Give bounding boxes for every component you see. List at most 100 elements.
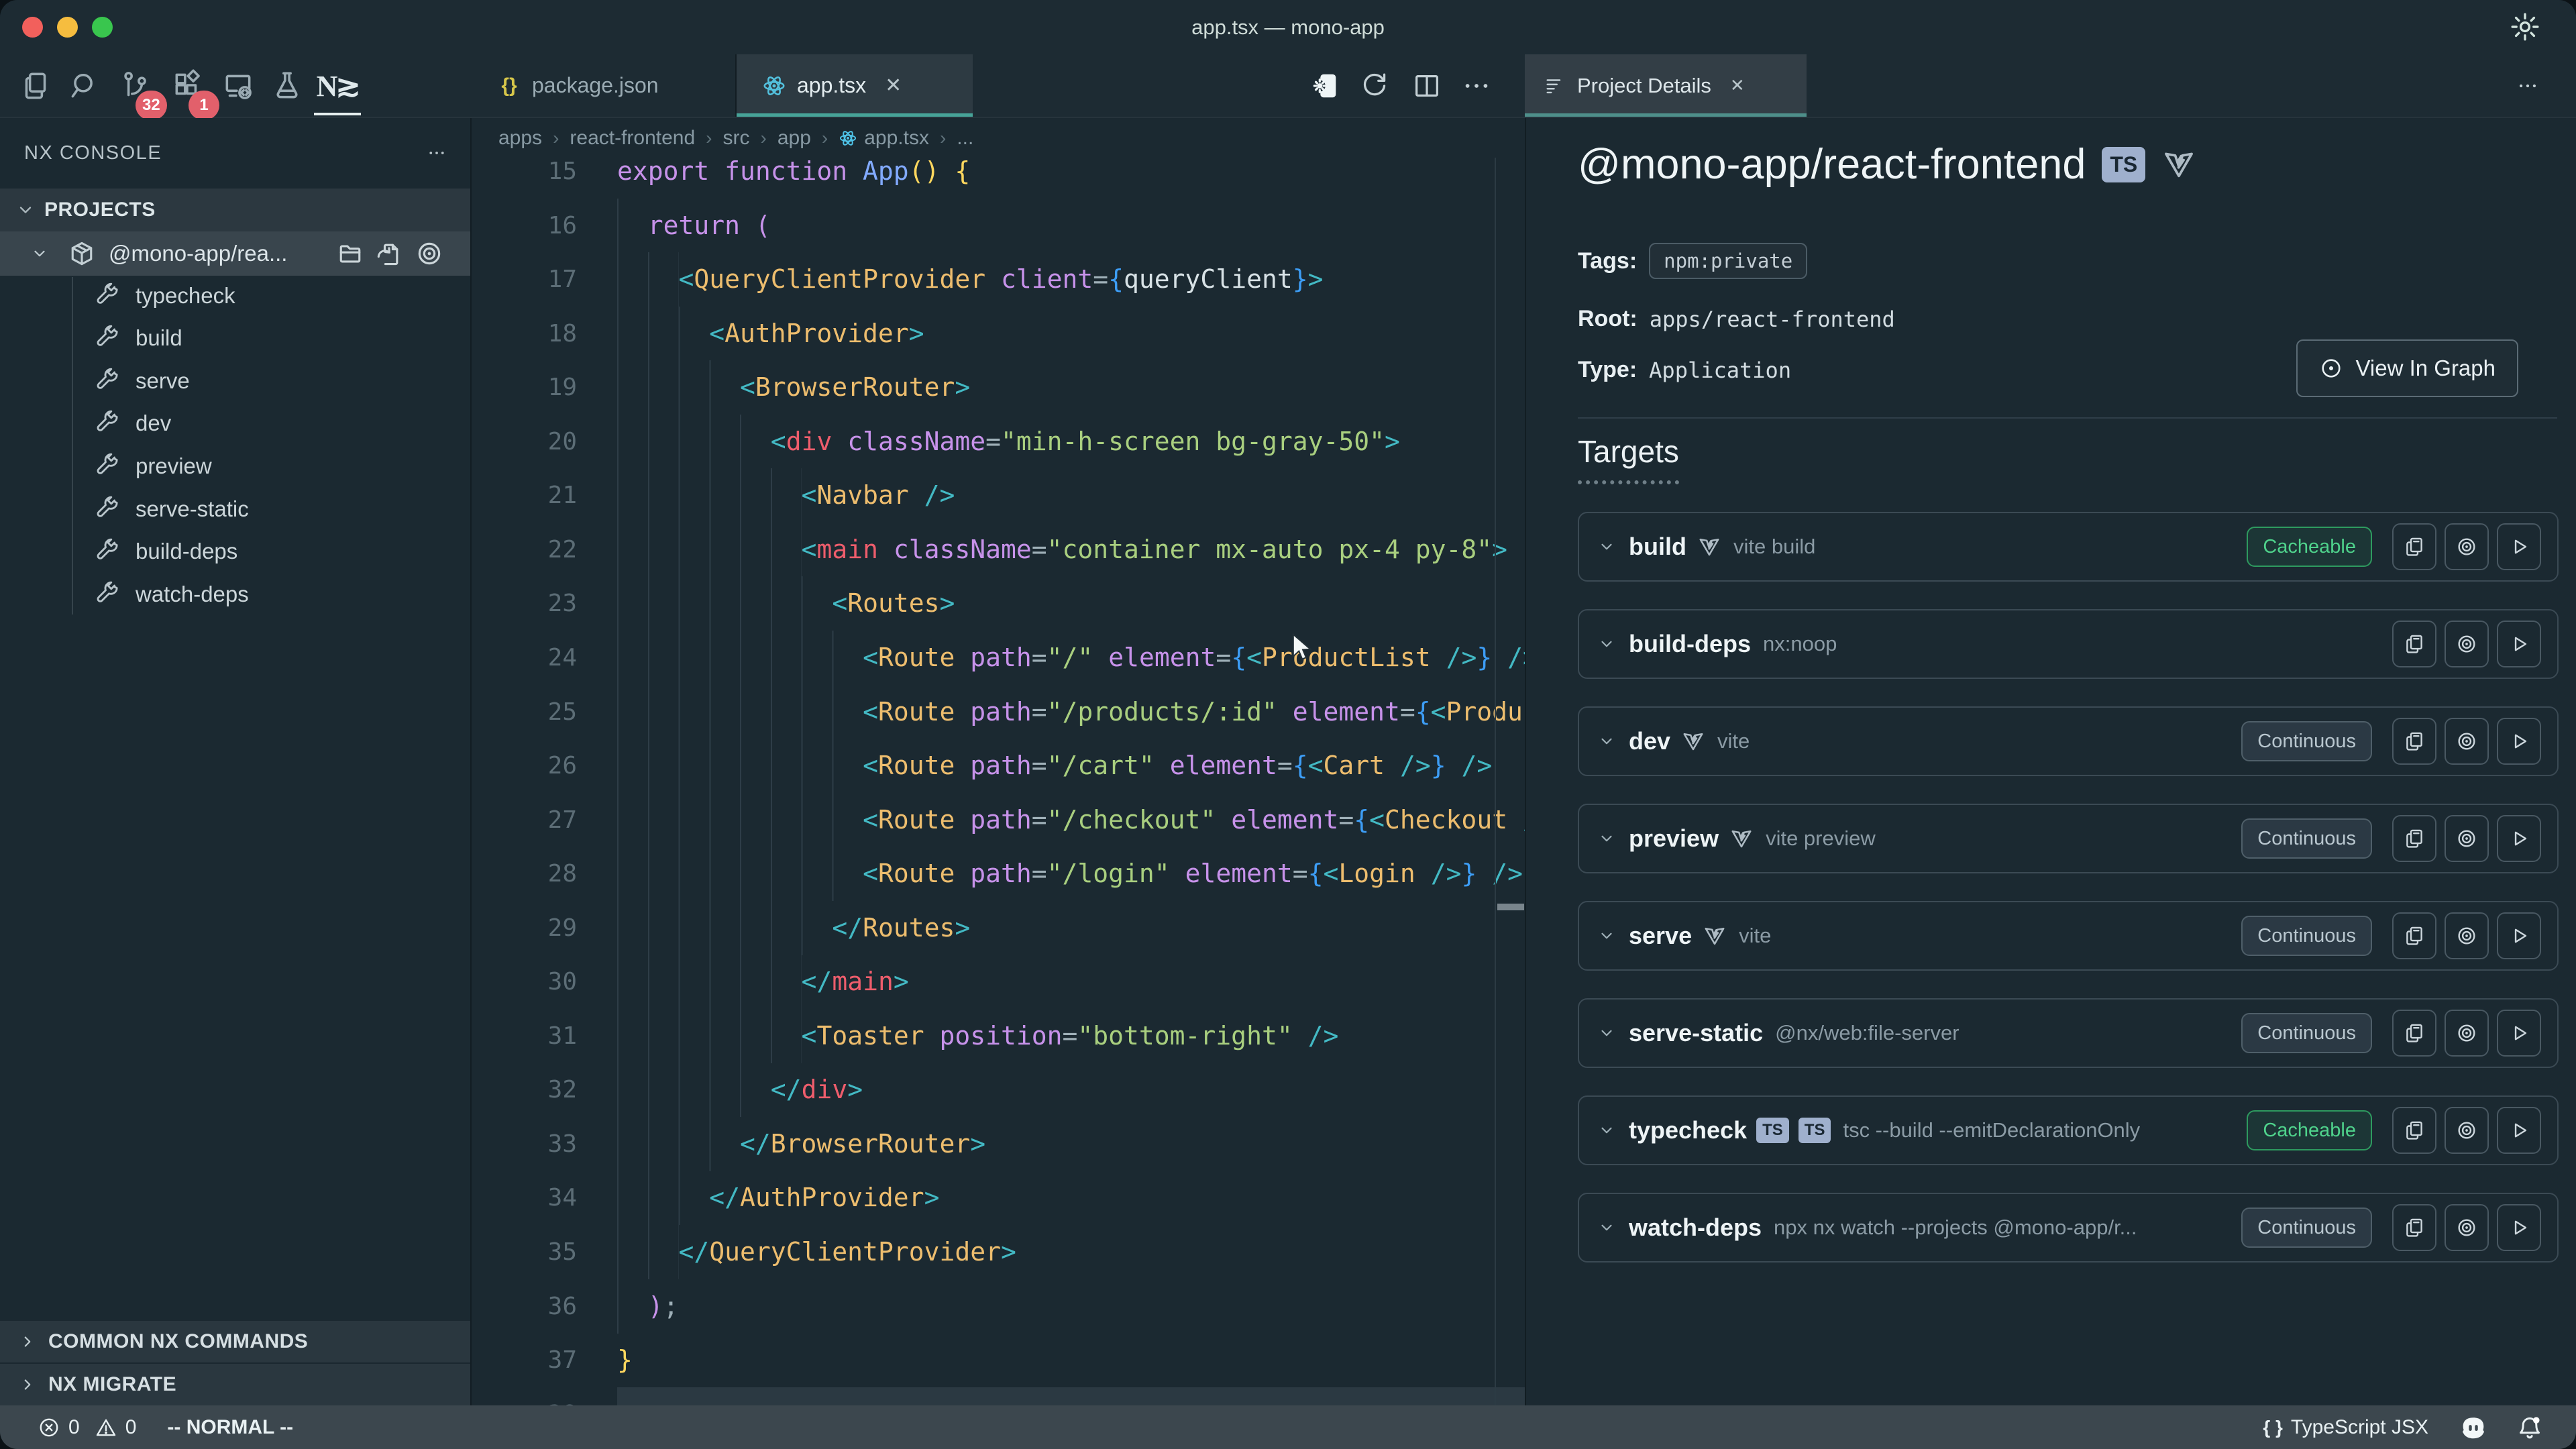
problems-indicator[interactable]: 0 0: [38, 1416, 136, 1439]
activity-item-testing[interactable]: [270, 69, 304, 103]
sidebar-section-projects[interactable]: PROJECTS: [0, 189, 470, 231]
target-button-clipboard-icon[interactable]: [2392, 1204, 2436, 1251]
sidebar-item-project[interactable]: @mono-app/rea...: [0, 231, 470, 276]
target-button-target-icon[interactable]: [2445, 912, 2489, 959]
target-button-target-icon[interactable]: [2445, 1107, 2489, 1154]
tab-app.tsx[interactable]: app.tsx✕: [737, 54, 973, 117]
breadcrumb-item-react-frontend[interactable]: react-frontend: [570, 127, 695, 150]
target-button-clipboard-icon[interactable]: [2392, 1010, 2436, 1057]
code-editor[interactable]: 15export function App() {16return (17<Qu…: [472, 158, 1525, 1405]
code-token: className: [847, 427, 985, 456]
target-button-clipboard-icon[interactable]: [2392, 718, 2436, 765]
target-row-typecheck[interactable]: typecheckTSTStsc --build --emitDeclarati…: [1578, 1095, 2559, 1165]
target-row-serve[interactable]: serveviteContinuous: [1578, 901, 2559, 971]
target-button-play-icon[interactable]: [2497, 718, 2541, 765]
split-editor-icon[interactable]: [1411, 70, 1442, 101]
folder-icon[interactable]: [335, 239, 365, 268]
settings-gear-icon[interactable]: [2509, 11, 2541, 43]
breadcrumb-item-app.tsx[interactable]: app.tsx: [839, 127, 929, 150]
close-window-button[interactable]: [22, 17, 43, 38]
target-button-clipboard-icon[interactable]: [2392, 912, 2436, 959]
copilot-icon[interactable]: [2458, 1412, 2489, 1443]
target-button-play-icon[interactable]: [2497, 523, 2541, 570]
target-row-preview[interactable]: previewvite previewContinuous: [1578, 804, 2559, 873]
breadcrumb-item-apps[interactable]: apps: [498, 127, 542, 150]
target-button-target-icon[interactable]: [2445, 523, 2489, 570]
code-token: >: [847, 1075, 863, 1104]
sidebar-section-nx-migrate[interactable]: NX MIGRATE: [0, 1362, 472, 1405]
tab-package.json[interactable]: {}package.json: [472, 54, 737, 117]
code-token: =: [1032, 535, 1047, 564]
code-line: <Navbar />: [617, 468, 1525, 523]
target-row-dev[interactable]: devviteContinuous: [1578, 706, 2559, 776]
code-token: Route: [878, 805, 955, 835]
more-actions-icon[interactable]: [1461, 70, 1492, 101]
code-line: <div className="min-h-screen bg-gray-50"…: [617, 415, 1525, 469]
task-label: dev: [136, 411, 171, 436]
target-button-play-icon[interactable]: [2497, 815, 2541, 862]
indent-guides: [617, 739, 863, 793]
view-in-graph-button[interactable]: View In Graph: [2296, 339, 2518, 397]
breadcrumb-label: app: [777, 127, 811, 150]
breadcrumb-item-...[interactable]: ...: [957, 127, 973, 150]
target-button-play-icon[interactable]: [2497, 1107, 2541, 1154]
activity-item-source-control[interactable]: 32: [118, 69, 152, 103]
breadcrumb-item-app[interactable]: app: [777, 127, 811, 150]
target-icon[interactable]: [415, 239, 444, 268]
wrench-icon: [94, 538, 121, 565]
minimize-window-button[interactable]: [57, 17, 78, 38]
refresh-icon[interactable]: [1359, 70, 1390, 101]
code-token: Toaster: [816, 1021, 924, 1051]
target-row-build-deps[interactable]: build-depsnx:noop: [1578, 609, 2559, 679]
target-button-play-icon[interactable]: [2497, 621, 2541, 667]
code-token: [955, 697, 970, 727]
target-row-build[interactable]: buildvite buildCacheable: [1578, 512, 2559, 582]
target-button-target-icon[interactable]: [2445, 1010, 2489, 1057]
bell-notification-icon[interactable]: [2516, 1413, 2544, 1442]
target-button-target-icon[interactable]: [2445, 815, 2489, 862]
sidebar-task-preview[interactable]: preview: [0, 445, 470, 487]
sidebar-task-typecheck[interactable]: typecheck: [0, 274, 470, 317]
activity-item-search[interactable]: [66, 69, 99, 103]
sidebar-task-watch-deps[interactable]: watch-deps: [0, 573, 470, 615]
tab-project-details[interactable]: Project Details ✕: [1525, 54, 1807, 117]
activity-item-remote-explorer[interactable]: [221, 69, 255, 103]
panel-more-actions-icon[interactable]: [2513, 74, 2542, 97]
activity-item-nx-console[interactable]: N≳: [321, 69, 354, 103]
target-button-play-icon[interactable]: [2497, 1204, 2541, 1251]
close-panel-icon[interactable]: ✕: [1730, 75, 1745, 96]
chevron-right-icon: [19, 1376, 36, 1393]
code-token: {: [955, 156, 970, 186]
editor-group[interactable]: 15export function App() {16return (17<Qu…: [472, 118, 1525, 1405]
target-button-target-icon[interactable]: [2445, 1204, 2489, 1251]
target-button-target-icon[interactable]: [2445, 621, 2489, 667]
target-button-play-icon[interactable]: [2497, 1010, 2541, 1057]
code-token: >: [894, 967, 909, 996]
target-button-clipboard-icon[interactable]: [2392, 1107, 2436, 1154]
target-row-watch-deps[interactable]: watch-depsnpx nx watch --projects @mono-…: [1578, 1193, 2559, 1263]
sidebar-task-build-deps[interactable]: build-deps: [0, 531, 470, 573]
sidebar-task-serve[interactable]: serve: [0, 360, 470, 402]
target-button-clipboard-icon[interactable]: [2392, 523, 2436, 570]
target-row-serve-static[interactable]: serve-static@nx/web:file-serverContinuou…: [1578, 998, 2559, 1068]
sidebar-task-dev[interactable]: dev: [0, 402, 470, 445]
target-button-clipboard-icon[interactable]: [2392, 621, 2436, 667]
sidebar-task-build[interactable]: build: [0, 317, 470, 360]
section-label: COMMON NX COMMANDS: [48, 1330, 308, 1353]
project-details-icon[interactable]: [1309, 70, 1340, 101]
sidebar-more-actions-icon[interactable]: [423, 143, 450, 163]
sidebar-section-common-nx-commands[interactable]: COMMON NX COMMANDS: [0, 1320, 472, 1362]
target-name: build-deps: [1629, 630, 1751, 658]
activity-item-explorer[interactable]: [19, 69, 52, 103]
breadcrumb-item-src[interactable]: src: [723, 127, 750, 150]
target-button-target-icon[interactable]: [2445, 718, 2489, 765]
target-button-clipboard-icon[interactable]: [2392, 815, 2436, 862]
scrollbar-decoration[interactable]: [1497, 904, 1524, 910]
close-tab-icon[interactable]: ✕: [885, 74, 902, 97]
zoom-window-button[interactable]: [92, 17, 113, 38]
language-mode[interactable]: { } TypeScript JSX: [2263, 1416, 2428, 1439]
target-button-play-icon[interactable]: [2497, 912, 2541, 959]
sidebar-task-serve-static[interactable]: serve-static: [0, 488, 470, 530]
file-sync-icon[interactable]: [374, 239, 403, 268]
activity-item-extensions[interactable]: 1: [171, 69, 205, 103]
